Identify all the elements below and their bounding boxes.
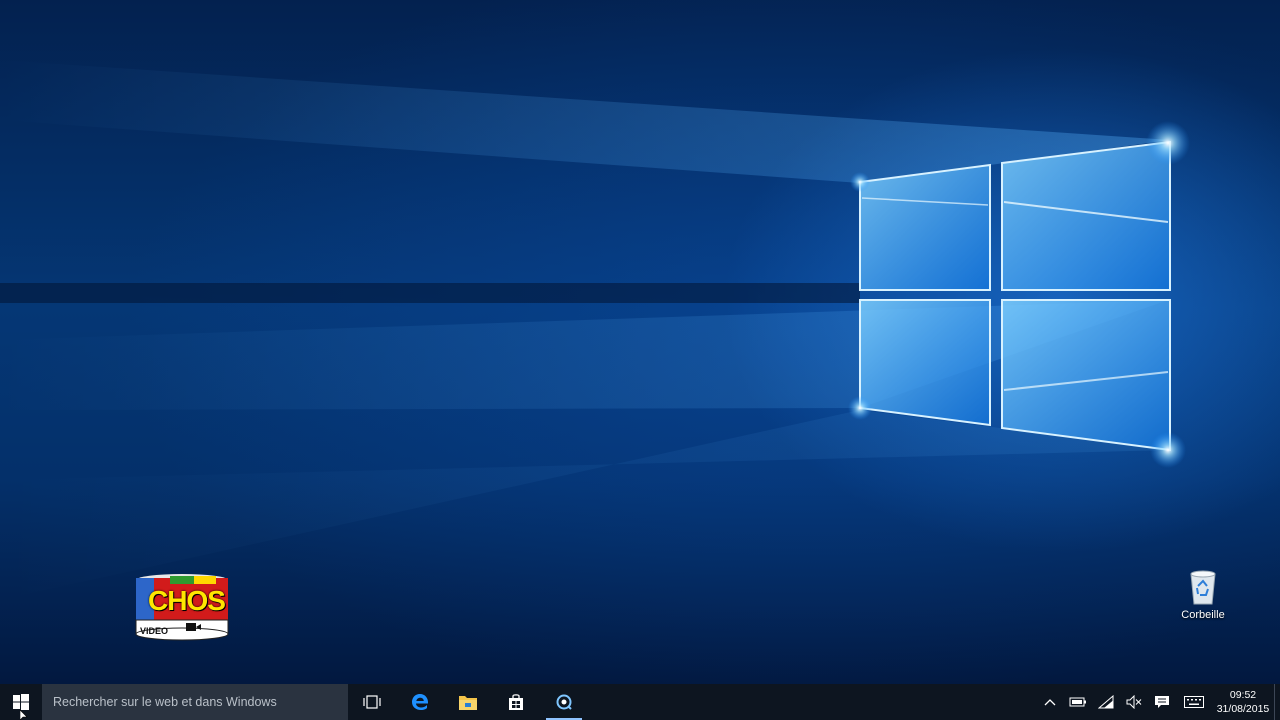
mouse-cursor-icon [20,710,28,720]
search-box[interactable]: Rechercher sur le web et dans Windows [42,684,348,720]
wifi-icon [1098,695,1114,709]
network-button[interactable] [1092,684,1120,720]
volume-muted-icon [1126,695,1142,709]
volume-button[interactable] [1120,684,1148,720]
recycle-bin-shortcut[interactable]: Corbeille [1172,568,1234,621]
edge-icon [412,694,429,710]
windows-logo-icon [13,694,29,710]
clock-time: 09:52 [1229,689,1257,701]
screen-recorder-icon [556,694,572,710]
store-button[interactable] [492,684,540,720]
show-hidden-icons-button[interactable] [1036,684,1064,720]
chevron-up-icon [1044,699,1056,706]
recycle-bin-icon [1190,570,1216,605]
edge-button[interactable] [396,684,444,720]
echos-logo-text: CHOS [148,585,226,616]
system-tray: 09:52 31/08/2015 [1036,684,1280,720]
search-placeholder: Rechercher sur le web et dans Windows [53,695,277,709]
store-icon [509,694,523,710]
task-view-button[interactable] [348,684,396,720]
show-desktop-button[interactable] [1274,684,1280,720]
folder-icon [459,696,477,710]
clock[interactable]: 09:52 31/08/2015 [1212,684,1274,720]
touch-keyboard-button[interactable] [1176,684,1212,720]
taskbar: Rechercher sur le web et dans Windows 09… [0,684,1280,720]
action-center-button[interactable] [1148,684,1176,720]
clock-date: 31/08/2015 [1216,703,1270,715]
recycle-bin-label: Corbeille [1181,609,1225,621]
keyboard-icon [1184,696,1204,708]
desktop[interactable]: CHOS VIDEO Corbeille [0,0,1280,684]
battery-icon [1069,697,1086,707]
echos-logo-subtext: VIDEO [140,626,169,636]
battery-button[interactable] [1064,684,1092,720]
notification-icon [1155,696,1169,708]
file-explorer-button[interactable] [444,684,492,720]
task-view-icon [363,695,381,709]
screen-recorder-button[interactable] [540,684,588,720]
echos-video-logo[interactable]: CHOS VIDEO [130,572,234,644]
